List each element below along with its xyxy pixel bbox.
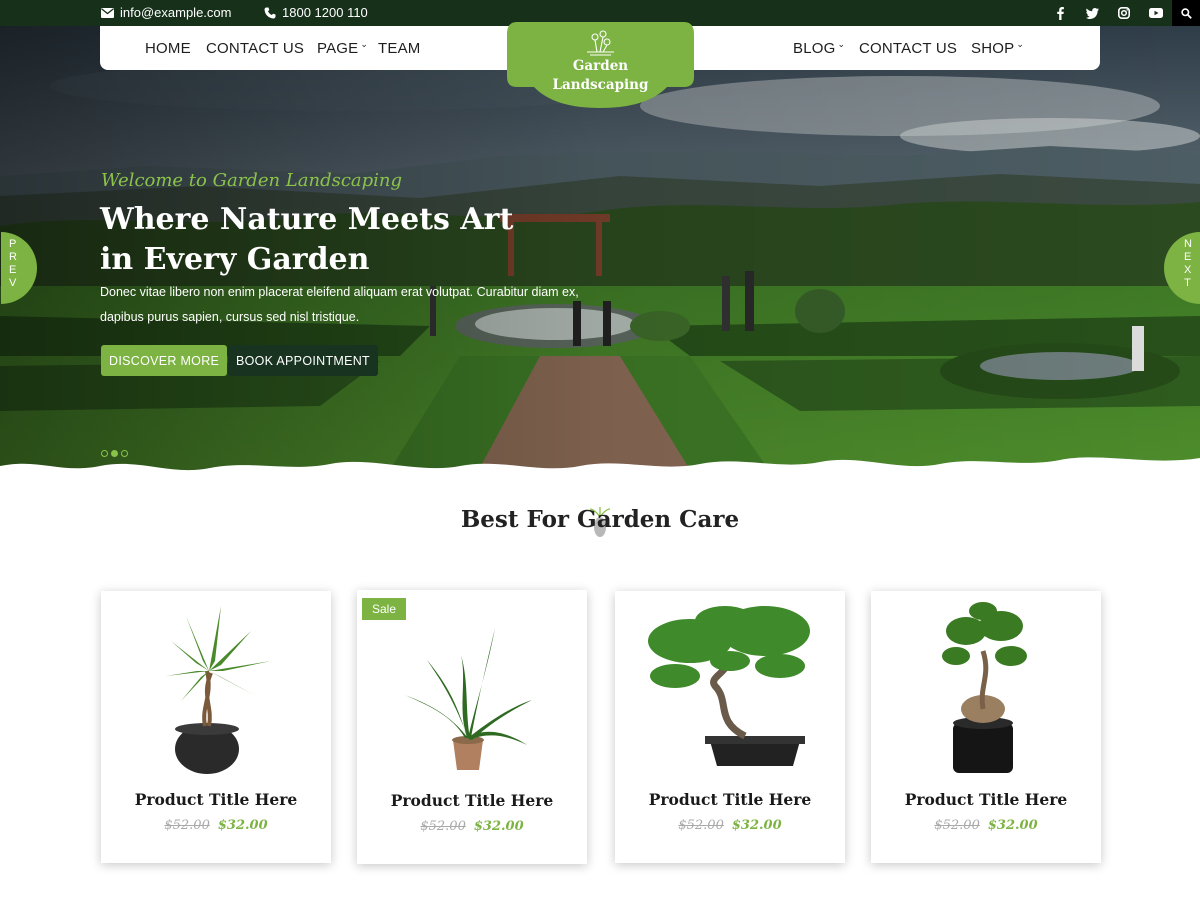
product-price: $52.00 $32.00: [357, 819, 587, 834]
phone-icon: [264, 7, 276, 18]
chevron-down-icon: ⌄: [360, 39, 369, 49]
product-image: [166, 606, 271, 774]
nav-page-label: PAGE: [317, 40, 359, 57]
product-image: [942, 602, 1027, 773]
hero-description: Donec vitae libero non enim placerat ele…: [100, 285, 579, 324]
product-title[interactable]: Product Title Here: [615, 790, 845, 809]
discover-more-button[interactable]: DISCOVER MORE: [101, 345, 228, 376]
facebook-icon[interactable]: [1044, 0, 1076, 26]
product-price: $52.00 $32.00: [615, 818, 845, 833]
mail-icon: [101, 7, 114, 18]
chevron-down-icon: ⌄: [1016, 39, 1025, 49]
new-price: $32.00: [987, 818, 1038, 833]
product-image: [648, 606, 810, 766]
product-price: $52.00 $32.00: [871, 818, 1101, 833]
hero-title: Where Nature Meets Art in Every Garden: [100, 200, 600, 280]
site-logo[interactable]: Garden Landscaping: [507, 22, 694, 108]
prev-label: PREV: [9, 238, 18, 289]
phone-text: 1800 1200 110: [282, 5, 368, 20]
slider-dot-active[interactable]: [111, 450, 118, 457]
chevron-down-icon: ⌄: [837, 39, 846, 49]
hero-tagline: Welcome to Garden Landscaping: [101, 170, 403, 191]
product-card[interactable]: Sale Product Title Here $52.00 $32.00: [357, 590, 587, 864]
email-text: info@example.com: [120, 5, 232, 20]
product-image: [405, 628, 532, 770]
logo-line-2: Landscaping: [552, 77, 649, 93]
product-title[interactable]: Product Title Here: [101, 790, 331, 809]
product-card[interactable]: Product Title Here $52.00 $32.00: [871, 591, 1101, 863]
nav-blog[interactable]: BLOG ⌄: [793, 39, 846, 57]
nav-blog-label: BLOG: [793, 40, 836, 57]
hero-title-line-2: in Every Garden: [100, 242, 370, 277]
product-price: $52.00 $32.00: [101, 818, 331, 833]
email-contact[interactable]: info@example.com: [101, 5, 231, 20]
nav-team[interactable]: TEAM: [378, 40, 420, 57]
instagram-icon[interactable]: [1108, 0, 1140, 26]
book-appointment-button[interactable]: BOOK APPOINTMENT: [228, 345, 378, 376]
youtube-icon[interactable]: [1140, 0, 1172, 26]
new-price: $32.00: [731, 818, 782, 833]
new-price: $32.00: [473, 819, 524, 834]
nav-contact-us-right[interactable]: CONTACT US: [859, 40, 957, 57]
social-links: [1044, 0, 1200, 26]
old-price: $52.00: [164, 818, 210, 833]
slider-dot[interactable]: [121, 450, 128, 457]
nav-home[interactable]: HOME: [145, 40, 191, 57]
product-card[interactable]: Product Title Here $52.00 $32.00: [101, 591, 331, 863]
old-price: $52.00: [420, 819, 466, 834]
nav-contact-us[interactable]: CONTACT US: [206, 40, 304, 57]
old-price: $52.00: [678, 818, 724, 833]
search-icon[interactable]: [1172, 0, 1200, 26]
product-card[interactable]: Product Title Here $52.00 $32.00: [615, 591, 845, 863]
phone-contact[interactable]: 1800 1200 110: [264, 5, 368, 20]
nav-shop-label: SHOP: [971, 40, 1015, 57]
product-title[interactable]: Product Title Here: [871, 790, 1101, 809]
product-title[interactable]: Product Title Here: [357, 791, 587, 810]
twitter-icon[interactable]: [1076, 0, 1108, 26]
section-title: Best For Garden Care: [460, 506, 740, 533]
nav-page[interactable]: PAGE ⌄: [317, 39, 369, 57]
logo-text: Garden Landscaping: [507, 57, 694, 95]
slider-dots: [101, 450, 128, 457]
slider-dot[interactable]: [101, 450, 108, 457]
nav-shop[interactable]: SHOP ⌄: [971, 39, 1025, 57]
old-price: $52.00: [934, 818, 980, 833]
new-price: $32.00: [217, 818, 268, 833]
hero-title-line-1: Where Nature Meets Art: [100, 202, 514, 237]
next-label: NEXT: [1184, 238, 1193, 289]
logo-line-1: Garden: [572, 58, 629, 74]
